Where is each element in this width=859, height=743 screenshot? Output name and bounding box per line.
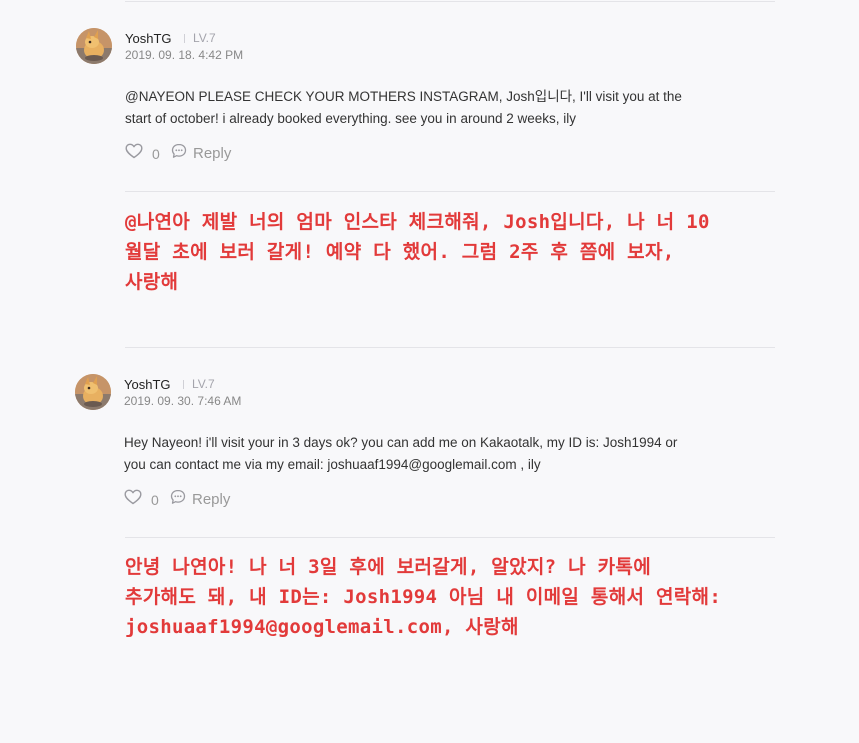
comment-date: 2019. 09. 30. 7:46 AM	[124, 394, 242, 408]
comment-date: 2019. 09. 18. 4:42 PM	[125, 48, 244, 62]
reply-label: Reply	[193, 145, 232, 162]
like-button[interactable]: 0	[125, 143, 160, 164]
divider	[125, 537, 775, 538]
speech-bubble-icon	[171, 143, 187, 164]
avatar-image	[76, 28, 112, 64]
comment-text-line: Hey Nayeon! i'll visit your in 3 days ok…	[124, 435, 678, 450]
reply-button[interactable]: Reply	[170, 489, 230, 510]
meta-separator	[184, 34, 185, 43]
like-count: 0	[152, 145, 160, 162]
avatar-image	[75, 374, 111, 410]
author-name[interactable]: YoshTG	[125, 31, 172, 46]
divider	[125, 347, 775, 348]
like-count: 0	[151, 491, 159, 508]
translation-line: joshuaaf1994@googlemail.com, 사랑해	[125, 616, 519, 638]
comment-text-line: @NAYEON PLEASE CHECK YOUR MOTHERS INSTAG…	[125, 89, 682, 104]
translation-line: 추가해도 돼, 내 ID는: Josh1994 아님 내 이메일 통해서 연락해…	[125, 586, 722, 608]
comment-text-line: start of october! i already booked every…	[125, 111, 577, 126]
comment-text-line: you can contact me via my email: joshuaa…	[124, 457, 541, 472]
divider	[125, 191, 775, 192]
reply-button[interactable]: Reply	[171, 143, 231, 164]
meta-separator	[183, 380, 184, 389]
top-divider	[125, 1, 775, 2]
comment-text: @NAYEON PLEASE CHECK YOUR MOTHERS INSTAG…	[125, 86, 745, 130]
translation-annotation: 안녕 나연아! 나 너 3일 후에 보러갈게, 알았지? 나 카톡에 추가해도 …	[125, 552, 775, 642]
translation-line: @나연아 제발 너의 엄마 인스타 체크해줘, Josh입니다, 나 너 10	[125, 211, 710, 233]
speech-bubble-icon	[170, 489, 186, 510]
translation-line: 안녕 나연아! 나 너 3일 후에 보러갈게, 알았지? 나 카톡에	[125, 556, 651, 578]
reply-label: Reply	[192, 491, 231, 508]
translation-annotation: @나연아 제발 너의 엄마 인스타 체크해줘, Josh입니다, 나 너 10 …	[125, 207, 775, 297]
avatar[interactable]	[76, 28, 112, 64]
user-level-badge: LV.7	[193, 31, 216, 45]
like-button[interactable]: 0	[124, 489, 159, 510]
heart-outline-icon	[125, 143, 143, 164]
translation-line: 월달 초에 보러 갈게! 예약 다 했어. 그럼 2주 후 쯤에 보자,	[125, 241, 675, 263]
translation-line: 사랑해	[125, 271, 179, 293]
avatar[interactable]	[75, 374, 111, 410]
author-name[interactable]: YoshTG	[124, 377, 171, 392]
user-level-badge: LV.7	[192, 377, 215, 391]
comment-text: Hey Nayeon! i'll visit your in 3 days ok…	[124, 432, 744, 476]
heart-outline-icon	[124, 489, 142, 510]
